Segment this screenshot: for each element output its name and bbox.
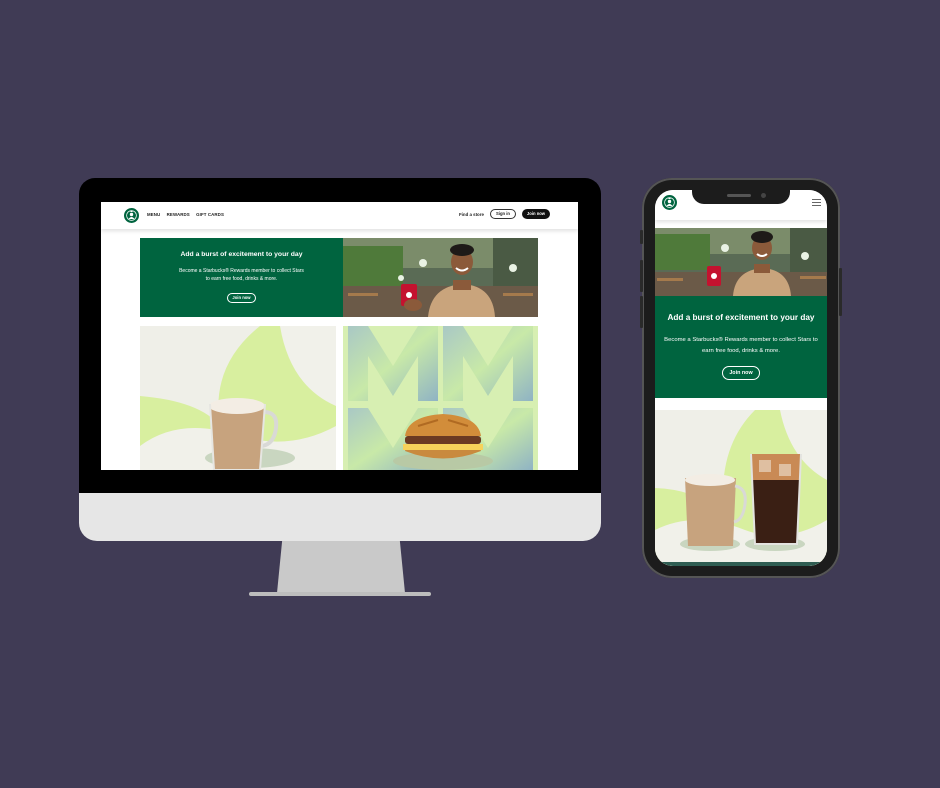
join-now-button[interactable]: Join now [522,209,550,219]
hero-text-panel: Add a burst of excitement to your day Be… [140,238,343,317]
phone-volume-up-button [640,260,643,292]
mobile-bottom-strip [655,562,827,566]
mobile-hero-description: Become a Starbucks® Rewards member to co… [659,335,823,357]
sign-in-button[interactable]: Sign in [490,209,516,219]
hero-description-line-1: Become a Starbucks® Rewards member to co… [179,268,304,274]
latte-promo-tile [140,326,336,470]
hero-join-now-button[interactable]: Join now [227,293,256,303]
hero-description-line-2: to earn free food, drinks & more. [205,276,278,282]
nav-link-gift-cards[interactable]: GIFT CARDS [196,212,224,217]
monitor-chin [79,493,601,541]
mobile-hero-description-line-1: Become a Starbucks® Rewards member to co… [664,337,818,343]
desktop-screen: MENU REWARDS GIFT CARDS Find a store Sig… [101,202,578,470]
monitor-base [249,592,431,596]
desktop-rewards-hero: Add a burst of excitement to your day Be… [140,238,538,317]
nav-link-menu[interactable]: MENU [147,212,160,217]
hamburger-menu-icon[interactable] [812,199,821,206]
starbucks-logo-icon[interactable] [662,195,677,210]
desktop-nav-bar: MENU REWARDS GIFT CARDS Find a store Sig… [101,202,578,229]
mobile-hero-join-now-button[interactable]: Join now [722,366,760,380]
phone-speaker [727,194,751,197]
mobile-screen: Add a burst of excitement to your day Be… [655,190,827,566]
desktop-monitor-mockup: MENU REWARDS GIFT CARDS Find a store Sig… [79,178,601,598]
mobile-hero-title: Add a burst of excitement to your day [667,313,815,322]
nav-link-rewards[interactable]: REWARDS [167,212,190,217]
phone-side-button [640,230,643,244]
starbucks-logo-icon[interactable] [124,208,139,223]
phone-camera [761,193,766,198]
mobile-drinks-promo-tile [655,410,827,566]
mobile-hero-photo-man-with-cup [655,228,827,296]
sandwich-promo-tile [343,326,538,470]
monitor-stand [277,541,405,593]
hero-description: Become a Starbucks® Rewards member to co… [160,267,323,283]
hero-title: Add a burst of excitement to your day [180,251,303,258]
mobile-hero-description-line-2: earn free food, drinks & more. [702,348,780,354]
phone-power-button [839,268,842,316]
phone-notch [692,190,790,204]
find-a-store-link[interactable]: Find a store [459,212,484,217]
mobile-phone-mockup: Add a burst of excitement to your day Be… [640,178,842,578]
desktop-nav-links: MENU REWARDS GIFT CARDS [147,212,229,217]
phone-volume-down-button [640,296,643,328]
hero-photo-man-with-cup [343,238,538,317]
mobile-hero-text-panel: Add a burst of excitement to your day Be… [655,296,827,398]
